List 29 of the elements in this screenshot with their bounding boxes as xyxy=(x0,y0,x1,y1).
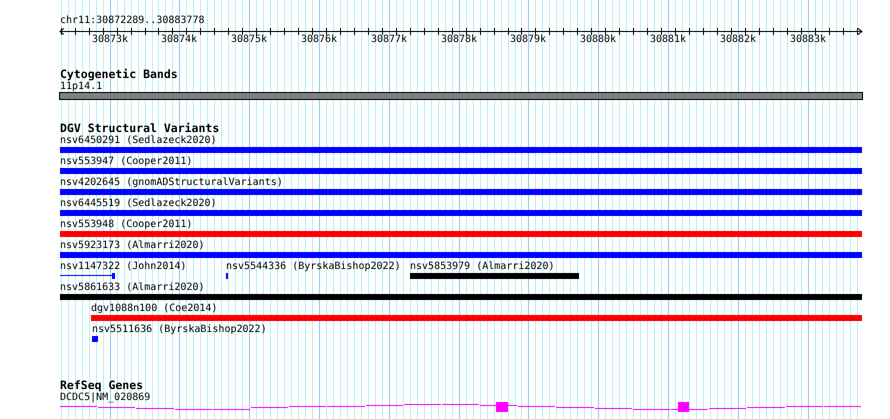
gene-label: DCDC5|NM_020869 xyxy=(60,392,150,404)
variant-label: nsv5853979 (Almarri2020) xyxy=(410,261,554,273)
tick-label: 30875k xyxy=(230,34,268,46)
variant-label: nsv553947 (Cooper2011) xyxy=(60,156,192,168)
variant-label: nsv6450291 (Sedlazeck2020) xyxy=(60,135,217,147)
tick-label: 30876k xyxy=(300,34,338,46)
tick-label: 30880k xyxy=(580,34,616,46)
position-label: chr11:30872289..30883778 xyxy=(60,15,204,27)
variant-label: dgv1088n100 (Coe2014) xyxy=(91,303,218,315)
tick-label: 30878k xyxy=(440,34,478,46)
variant-label: nsv6445519 (Sedlazeck2020) xyxy=(60,198,217,210)
tick-label: 30873k xyxy=(92,34,128,46)
variant-label: nsv5861633 (Almarri2020) xyxy=(60,282,204,294)
tick-label: 30874k xyxy=(160,34,198,46)
track-title: DGV Structural Variants xyxy=(60,122,220,135)
variant-label: nsv553948 (Cooper2011) xyxy=(60,219,192,231)
band-label: 11p14.1 xyxy=(60,81,102,93)
variant-label: nsv1147322 (John2014) xyxy=(60,261,186,273)
tick-label: 30883k xyxy=(790,34,826,46)
variant-label: nsv5544336 (ByrskaBishop2022) xyxy=(226,261,401,273)
variant-label: nsv4202645 (gnomADStructuralVariants) xyxy=(60,177,283,189)
track-title: Cytogenetic Bands xyxy=(60,68,178,81)
tick-label: 30881k xyxy=(650,34,686,46)
tick-label: 30879k xyxy=(510,34,546,46)
tick-label: 30882k xyxy=(720,34,756,46)
track-title: RefSeq Genes xyxy=(60,379,144,392)
variant-label: nsv5511636 (ByrskaBishop2022) xyxy=(92,324,267,336)
tick-label: 30877k xyxy=(370,34,408,46)
variant-label: nsv5923173 (Almarri2020) xyxy=(60,240,204,252)
